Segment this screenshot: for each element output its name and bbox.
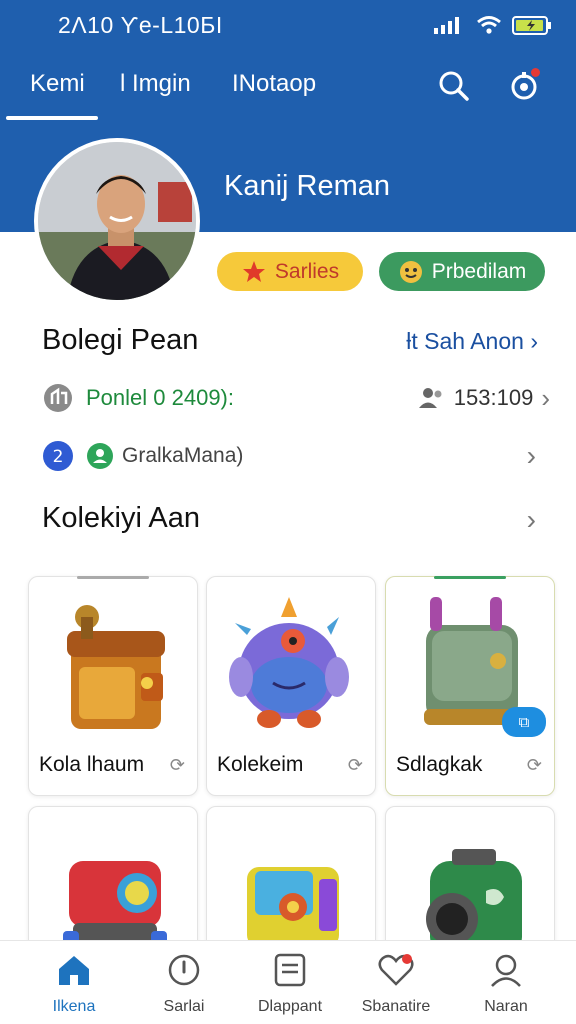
- sarlies-badge-label: Sarlies: [274, 259, 340, 283]
- treasure-chest-icon: [67, 605, 165, 729]
- nav-profile-label: Naran: [484, 998, 528, 1015]
- prbedilam-badge-label: Prbedilam: [431, 259, 527, 283]
- card-badge-button[interactable]: ⧉: [502, 707, 546, 737]
- card-indicator: [434, 576, 506, 579]
- nav-list[interactable]: Dlappant: [240, 953, 340, 1016]
- card-label: Kola lhaum: [39, 753, 145, 776]
- compass-icon: [168, 954, 200, 986]
- refresh-icon[interactable]: ⟳: [527, 755, 542, 776]
- nav-search-label: Sarlai: [163, 998, 205, 1015]
- search-icon: [439, 71, 469, 101]
- notification-dot: [531, 68, 540, 77]
- section-title: Bolegi Pean: [42, 324, 199, 356]
- card-indicator: [77, 576, 149, 579]
- nav-search[interactable]: Sarlai: [134, 953, 234, 1016]
- chevron-right-icon: ›: [541, 382, 550, 413]
- signal-icon: [434, 17, 459, 34]
- status-time: 2Λ10 Ƴe-L10БI: [58, 12, 223, 38]
- stats-label: Ponlel 0 2409):: [86, 385, 234, 410]
- list-icon: [274, 953, 306, 987]
- refresh-icon[interactable]: ⟳: [170, 755, 185, 776]
- stats-row[interactable]: Ponlel 0 2409): 153:109 ›: [42, 378, 552, 418]
- battery-icon: [512, 16, 551, 35]
- bottom-navigation: Ilkena Sarlai Dlappant Sbanatire Naran: [0, 940, 576, 1024]
- nav-list-label: Dlappant: [257, 998, 323, 1015]
- account-label: GralkaMana): [122, 444, 244, 467]
- wifi-icon: [477, 16, 501, 34]
- status-icons: [432, 14, 552, 36]
- nav-favorites[interactable]: Sbanatire: [346, 953, 446, 1016]
- nav-profile[interactable]: Naran: [456, 953, 556, 1016]
- collection-card[interactable]: Kolekeim ⟳: [206, 576, 376, 796]
- app-badge-icon: 2: [43, 441, 73, 471]
- top-tabs: Kemi l Imgin INotaop: [0, 70, 576, 120]
- see-all-link-label: ƚt Sah Anon: [406, 328, 524, 354]
- tab-notaop[interactable]: INotaop: [232, 70, 316, 98]
- active-tab-indicator: [6, 116, 98, 120]
- tab-imgin[interactable]: l Imgin: [120, 70, 191, 98]
- profile-avatar[interactable]: [34, 138, 200, 304]
- chevron-right-icon[interactable]: ›: [527, 440, 536, 472]
- users-icon: [418, 388, 442, 408]
- chevron-right-icon: ›: [530, 328, 538, 354]
- robot-creature-icon: [229, 597, 349, 728]
- see-all-link[interactable]: ƚt Sah Anon ›: [406, 328, 538, 355]
- prbedilam-badge[interactable]: Prbedilam: [379, 252, 545, 291]
- nav-favorites-label: Sbanatire: [361, 998, 431, 1015]
- notifications-button[interactable]: [506, 68, 542, 104]
- heart-icon: [378, 954, 414, 986]
- nav-home[interactable]: Ilkena: [24, 953, 124, 1016]
- card-label: Sdlagkak: [396, 753, 483, 776]
- stats-count-group: 153:109 ›: [418, 383, 550, 414]
- collection-title: Kolekiyi Aan: [42, 502, 200, 534]
- profile-icon: [491, 954, 521, 987]
- avatar-photo: [38, 142, 196, 300]
- refresh-icon[interactable]: ⟳: [348, 755, 363, 776]
- collection-chevron-icon[interactable]: ›: [527, 504, 536, 536]
- svg-text:2: 2: [53, 447, 64, 467]
- nav-home-label: Ilkena: [52, 998, 96, 1015]
- sarlies-badge[interactable]: Sarlies: [217, 252, 363, 291]
- collection-card[interactable]: Kola lhaum ⟳: [28, 576, 198, 796]
- stats-icon: [44, 384, 72, 412]
- account-icon: [87, 443, 113, 469]
- profile-name: Kanij Reman: [224, 170, 391, 202]
- star-icon: [242, 260, 265, 282]
- home-icon: [59, 956, 89, 985]
- search-button[interactable]: [436, 68, 472, 104]
- card-label: Kolekeim: [217, 753, 304, 776]
- account-row[interactable]: 2 GralkaMana): [42, 436, 552, 476]
- status-bar: 2Λ10 Ƴe-L10БI: [0, 12, 576, 42]
- stats-count: 153:109: [453, 385, 534, 410]
- mascot-icon: [399, 260, 422, 283]
- tab-kemi[interactable]: Kemi: [30, 70, 85, 98]
- collection-card[interactable]: ⧉ Sdlagkak ⟳: [385, 576, 555, 796]
- main-content: Bolegi Pean ƚt Sah Anon › Ponlel 0 2409)…: [8, 232, 568, 966]
